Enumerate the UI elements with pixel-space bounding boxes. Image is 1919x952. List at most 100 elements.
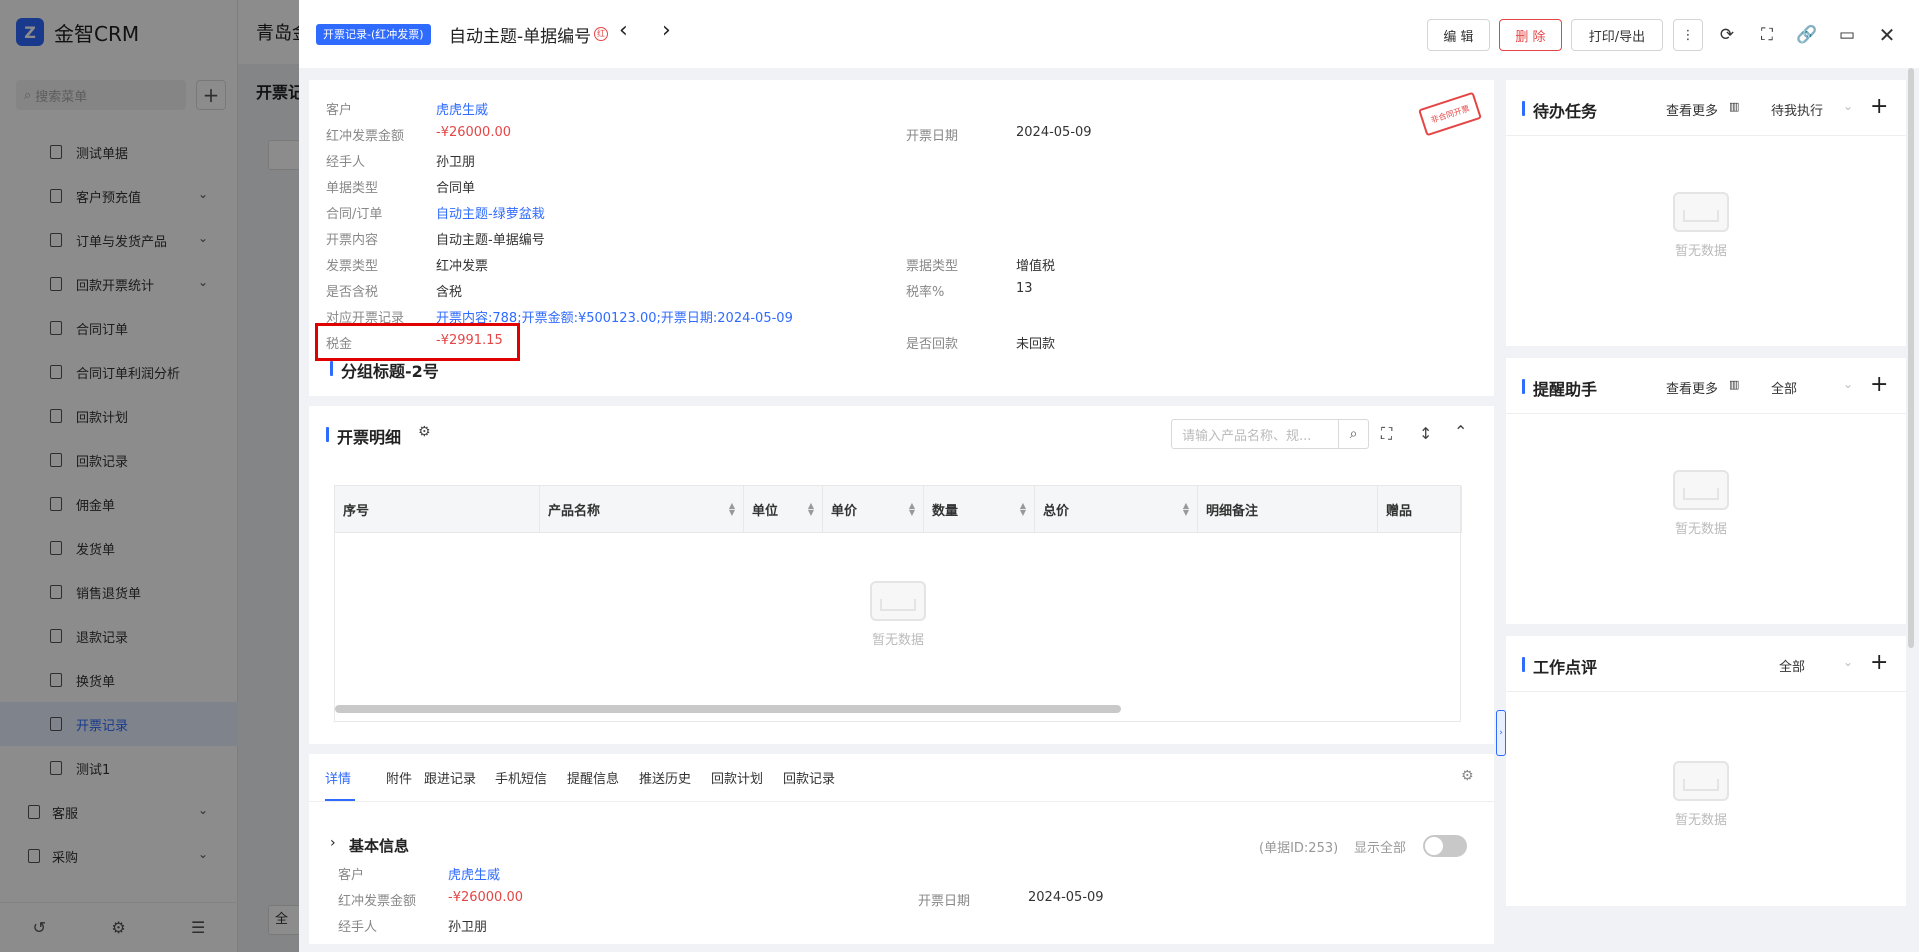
sort-icon[interactable]: ▲ ▼ xyxy=(1183,502,1189,517)
basic-info-title[interactable]: 基本信息 xyxy=(349,835,409,856)
review-filter[interactable]: 全部 xyxy=(1779,656,1805,675)
window-icon[interactable]: ▭ xyxy=(1834,22,1860,48)
customer-link[interactable]: 虎虎生威 xyxy=(436,99,488,118)
bottom-customer-link[interactable]: 虎虎生威 xyxy=(448,864,500,883)
tax-highlight-box xyxy=(315,323,520,361)
table-column-header[interactable]: 序号 xyxy=(335,486,540,533)
column-label: 单价 xyxy=(831,504,858,519)
chevron-down-icon[interactable]: ⌄ xyxy=(1843,377,1853,391)
review-empty-text: 暂无数据 xyxy=(1674,813,1727,828)
detail-tab[interactable]: 提醒信息 xyxy=(567,768,619,787)
content-value: 自动主题-单据编号 xyxy=(436,233,545,248)
table-column-header[interactable]: 总价 ▲ ▼ xyxy=(1035,486,1198,533)
empty-box-icon xyxy=(1673,761,1729,801)
date-label: 开票日期 xyxy=(906,129,959,144)
detail-table: 序号 产品名称 ▲ ▼ 单位 ▲ ▼ 单价 ▲ ▼ 数量 ▲ ▼ 总价 ▲ ▼ 明细备注 赠品 暂无数据 xyxy=(334,485,1462,722)
todo-empty-text: 暂无数据 xyxy=(1674,244,1727,259)
more-icon[interactable]: ⋮ xyxy=(1673,19,1703,51)
product-search-input[interactable]: 请输入产品名称、规... ⌕ xyxy=(1171,419,1369,449)
group-title: 分组标题-2号 xyxy=(330,358,439,382)
row-height-icon[interactable]: ↕ xyxy=(1419,424,1432,443)
table-column-header[interactable]: 赠品 xyxy=(1378,486,1462,533)
edit-button[interactable]: 编 辑 xyxy=(1427,19,1490,51)
amount-label: 红冲发票金额 xyxy=(326,129,405,144)
expand-handle-icon[interactable]: › xyxy=(1496,710,1506,756)
next-record-icon[interactable]: › xyxy=(662,18,671,43)
invoice-type-label: 发票类型 xyxy=(326,259,379,274)
prev-record-icon[interactable]: ‹ xyxy=(619,18,628,43)
empty-box-icon xyxy=(870,581,926,621)
detail-tab[interactable]: 推送历史 xyxy=(639,768,691,787)
book-icon: ▥ xyxy=(1729,378,1740,391)
reminder-filter[interactable]: 全部 xyxy=(1771,378,1797,397)
print-export-button[interactable]: 打印/导出 xyxy=(1571,19,1663,51)
table-column-header[interactable]: 产品名称 ▲ ▼ xyxy=(540,486,744,533)
chevron-down-icon[interactable]: ⌄ xyxy=(1843,655,1853,669)
contract-link[interactable]: 自动主题-绿萝盆栽 xyxy=(436,203,545,222)
reminder-panel: 提醒助手 查看更多 ▥ 全部 ⌄ + 暂无数据 xyxy=(1506,358,1906,624)
section-chevron-icon[interactable]: › xyxy=(330,835,336,851)
show-all-label: 显示全部 xyxy=(1354,841,1407,856)
show-all-toggle[interactable] xyxy=(1423,835,1467,857)
detail-tab[interactable]: 回款记录 xyxy=(783,768,835,787)
red-flag-icon: 红 xyxy=(594,27,608,41)
paid-value: 未回款 xyxy=(1016,337,1056,352)
column-label: 数量 xyxy=(932,504,959,519)
active-tab-underline xyxy=(325,799,355,801)
content-label: 开票内容 xyxy=(326,233,379,248)
todo-panel-header: 待办任务 查看更多 ▥ 待我执行 ⌄ + xyxy=(1506,80,1906,136)
table-horizontal-scrollbar[interactable] xyxy=(335,705,1121,713)
handler-value: 孙卫朋 xyxy=(436,155,476,170)
empty-box-icon xyxy=(1673,192,1729,232)
detail-settings-icon[interactable]: ⚙ xyxy=(418,424,431,440)
detail-tab[interactable]: 跟进记录 xyxy=(424,768,476,787)
bottom-handler-value: 孙卫朋 xyxy=(448,920,488,935)
table-column-header[interactable]: 明细备注 xyxy=(1198,486,1378,533)
record-title: 自动主题-单据编号 xyxy=(449,27,592,47)
sort-icon[interactable]: ▲ ▼ xyxy=(808,502,814,517)
table-column-header[interactable]: 单价 ▲ ▼ xyxy=(823,486,924,533)
invoice-type-value: 红冲发票 xyxy=(436,259,489,274)
reminder-add-icon[interactable]: + xyxy=(1870,372,1888,397)
reminder-title: 提醒助手 xyxy=(1522,376,1597,400)
table-column-header[interactable]: 单位 ▲ ▼ xyxy=(744,486,823,533)
bottom-handler-label: 经手人 xyxy=(338,920,378,935)
doc-id: (单据ID:253) xyxy=(1259,841,1339,856)
delete-button[interactable]: 删 除 xyxy=(1499,19,1562,51)
detail-tab[interactable]: 手机短信 xyxy=(495,768,547,787)
detail-title: 开票明细 xyxy=(326,424,401,448)
bottom-date-label: 开票日期 xyxy=(918,894,971,909)
record-type-tag: 开票记录-(红冲发票) xyxy=(316,24,431,45)
chevron-down-icon[interactable]: ⌄ xyxy=(1843,99,1853,113)
expand-table-icon[interactable]: ⛶ xyxy=(1381,424,1392,444)
reminder-empty-text: 暂无数据 xyxy=(1674,522,1727,537)
sort-icon[interactable]: ▲ ▼ xyxy=(729,502,735,517)
detail-tab[interactable]: 附件 xyxy=(386,768,412,787)
collapse-up-icon[interactable]: ⌃ xyxy=(1454,422,1467,441)
todo-more-link[interactable]: 查看更多 xyxy=(1666,100,1718,119)
review-panel: 工作点评 全部 ⌄ + 暂无数据 xyxy=(1506,636,1906,906)
sort-icon[interactable]: ▲ ▼ xyxy=(909,502,915,517)
tabs-settings-icon[interactable]: ⚙ xyxy=(1461,768,1474,784)
todo-filter[interactable]: 待我执行 xyxy=(1771,100,1823,119)
close-icon[interactable]: ✕ xyxy=(1874,22,1900,48)
table-column-header[interactable]: 数量 ▲ ▼ xyxy=(924,486,1035,533)
link-icon[interactable]: 🔗 xyxy=(1794,22,1820,48)
sort-icon[interactable]: ▲ ▼ xyxy=(1020,502,1026,517)
todo-add-icon[interactable]: + xyxy=(1870,94,1888,119)
date-value: 2024-05-09 xyxy=(1016,125,1092,140)
review-panel-header: 工作点评 全部 ⌄ + xyxy=(1506,636,1906,692)
product-search-placeholder: 请输入产品名称、规... xyxy=(1182,428,1312,444)
reminder-panel-header: 提醒助手 查看更多 ▥ 全部 ⌄ + xyxy=(1506,358,1906,414)
empty-box-icon xyxy=(1673,470,1729,510)
reminder-more-link[interactable]: 查看更多 xyxy=(1666,378,1718,397)
fullscreen-icon[interactable]: ⛶ xyxy=(1754,22,1780,48)
detail-tab[interactable]: 详情 xyxy=(325,768,351,787)
right-panel-scrollbar[interactable] xyxy=(1908,68,1914,648)
table-empty: 暂无数据 xyxy=(848,581,948,648)
book-icon: ▥ xyxy=(1729,100,1740,113)
refresh-icon[interactable]: ⟳ xyxy=(1714,22,1740,48)
search-icon[interactable]: ⌕ xyxy=(1338,420,1368,448)
review-add-icon[interactable]: + xyxy=(1870,650,1888,675)
detail-tab[interactable]: 回款计划 xyxy=(711,768,763,787)
